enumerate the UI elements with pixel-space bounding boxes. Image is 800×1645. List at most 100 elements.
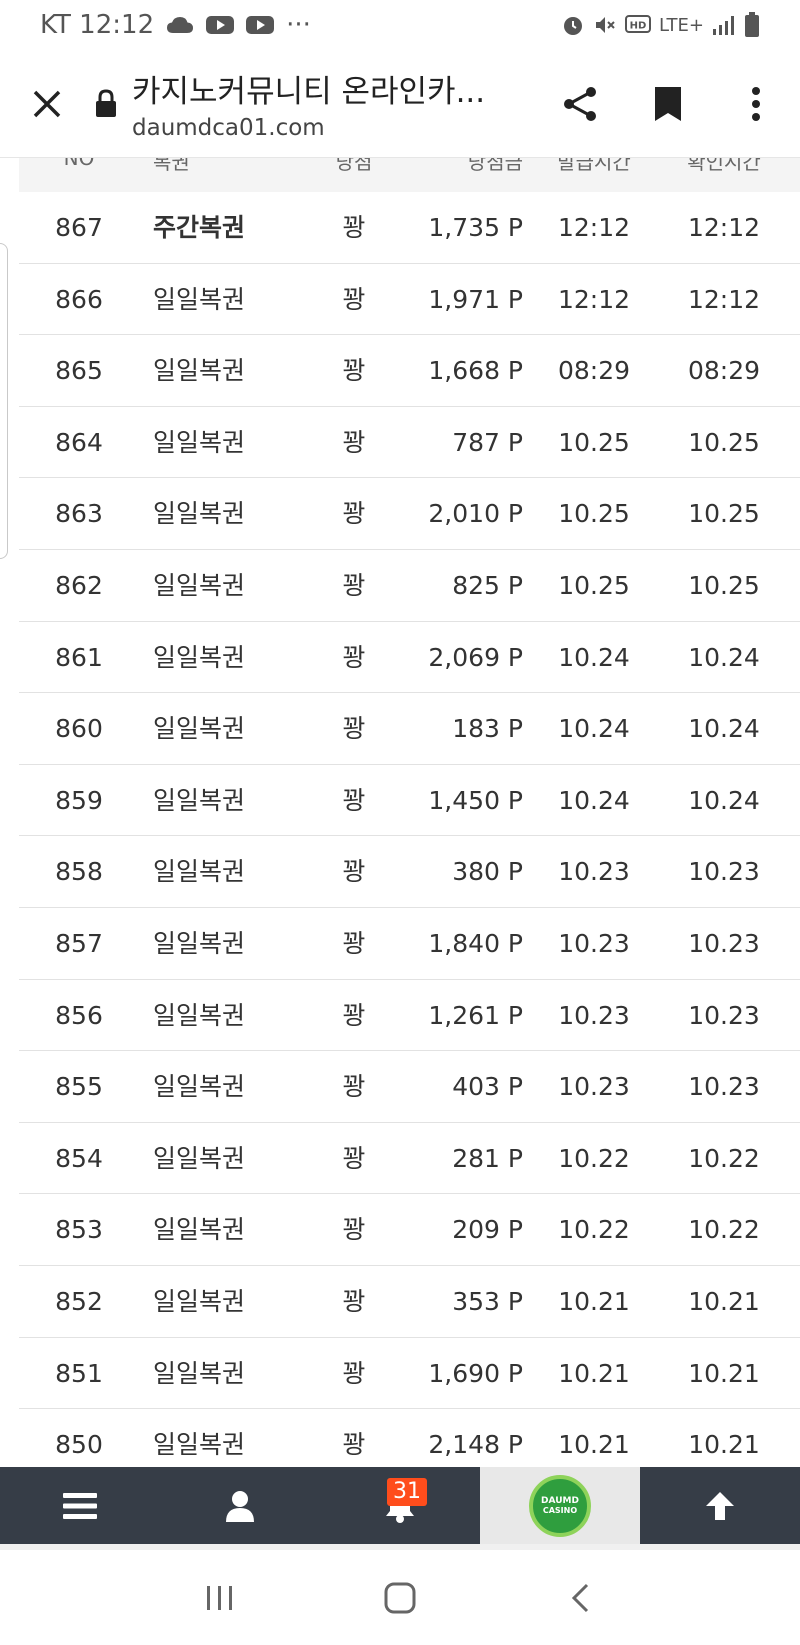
row-no: 858	[55, 857, 103, 887]
row-type: 일일복권	[153, 785, 246, 815]
recent-apps-icon	[207, 1585, 232, 1610]
back-icon	[571, 1583, 589, 1612]
row-type: 주간복권	[153, 213, 246, 242]
row-type: 일일복권	[153, 714, 246, 744]
table-row: 856 일일복권 꽝 1,261 P 10.23 10.23	[19, 980, 800, 1052]
row-no: 864	[55, 427, 103, 457]
row-no: 866	[55, 284, 103, 314]
close-button[interactable]	[0, 50, 94, 158]
row-issued-time: 08:29	[557, 356, 631, 386]
battery-icon	[744, 12, 760, 38]
row-amount: 353 P	[452, 1286, 523, 1316]
mute-icon	[593, 13, 617, 37]
bookmark-icon	[655, 86, 681, 121]
table-row: 861 일일복권 꽝 2,069 P 10.24 10.24	[19, 622, 800, 694]
row-type: 일일복권	[153, 1215, 246, 1245]
row-amount: 209 P	[452, 1215, 523, 1245]
row-type: 일일복권	[153, 1358, 246, 1388]
row-amount: 1,735 P	[428, 213, 523, 242]
row-issued-time: 12:12	[557, 213, 631, 242]
notifications-button[interactable]: 31	[320, 1467, 480, 1544]
row-type: 일일복권	[153, 284, 246, 314]
row-amount: 2,069 P	[428, 642, 523, 672]
back-button[interactable]	[550, 1568, 610, 1628]
row-issued-time: 10.22	[558, 1143, 630, 1173]
bookmark-button[interactable]	[624, 50, 712, 158]
row-no: 852	[55, 1286, 103, 1316]
svg-text:HD: HD	[630, 21, 647, 32]
recent-apps-button[interactable]	[190, 1568, 250, 1628]
row-type: 일일복권	[153, 356, 246, 386]
row-checked-time: 10.21	[688, 1358, 760, 1388]
row-no: 863	[55, 499, 103, 529]
more-options-button[interactable]	[712, 50, 800, 158]
table-row: 863 일일복권 꽝 2,010 P 10.25 10.25	[19, 478, 800, 550]
col-header-checked: 확인시간	[687, 158, 761, 174]
notification-count-badge: 31	[387, 1478, 427, 1506]
profile-button[interactable]	[160, 1467, 320, 1544]
row-issued-time: 12:12	[557, 284, 631, 314]
logo-line2: CASINO	[542, 1505, 578, 1515]
row-checked-time: 10.23	[688, 928, 760, 958]
row-amount: 1,668 P	[428, 356, 523, 386]
row-no: 859	[55, 785, 103, 815]
row-amount: 825 P	[452, 570, 523, 600]
row-issued-time: 10.24	[558, 714, 630, 744]
table-row: 866 일일복권 꽝 1,971 P 12:12 12:12	[19, 264, 800, 336]
row-issued-time: 10.25	[558, 499, 630, 529]
youtube-icon	[246, 15, 275, 35]
scroll-top-button[interactable]	[640, 1467, 800, 1544]
table-row: 855 일일복권 꽝 403 P 10.23 10.23	[19, 1051, 800, 1123]
row-amount: 1,971 P	[428, 284, 523, 314]
row-checked-time: 10.25	[688, 427, 760, 457]
row-amount: 403 P	[452, 1072, 523, 1102]
row-type: 일일복권	[153, 642, 246, 672]
table-header: NO 복권 당첨 당첨금 발급시간 확인시간	[19, 158, 800, 192]
daumd-casino-logo: DAUMD CASINO	[529, 1474, 591, 1537]
row-no: 862	[55, 570, 103, 600]
browser-toolbar: 카지노커뮤니티 온라인카... daumdca01.com	[0, 50, 800, 158]
col-header-type: 복권	[153, 158, 190, 174]
home-icon	[384, 1582, 416, 1613]
bottom-nav: 31 DAUMD CASINO	[0, 1467, 800, 1544]
row-no: 857	[55, 928, 103, 958]
col-header-no: NO	[63, 158, 95, 170]
table-row: 864 일일복권 꽝 787 P 10.25 10.25	[19, 407, 800, 479]
row-amount: 1,690 P	[428, 1358, 523, 1388]
home-button[interactable]	[370, 1568, 430, 1628]
row-type: 일일복권	[153, 928, 246, 958]
row-type: 일일복권	[153, 499, 246, 529]
col-header-amount: 당첨금	[467, 158, 523, 174]
row-issued-time: 10.23	[558, 1072, 630, 1102]
table-row: 857 일일복권 꽝 1,840 P 10.23 10.23	[19, 908, 800, 980]
row-issued-time: 10.22	[558, 1215, 630, 1245]
menu-button[interactable]	[0, 1467, 160, 1544]
share-button[interactable]	[536, 50, 624, 158]
table-row: 858 일일복권 꽝 380 P 10.23 10.23	[19, 836, 800, 908]
system-navigation-bar	[0, 1550, 800, 1645]
row-checked-time: 10.24	[688, 642, 760, 672]
row-checked-time: 10.24	[688, 714, 760, 744]
row-amount: 1,840 P	[428, 928, 523, 958]
hd-voice-icon: HD	[625, 14, 651, 36]
row-checked-time: 10.22	[688, 1143, 760, 1173]
row-amount: 1,261 P	[428, 1000, 523, 1030]
row-no: 867	[55, 213, 103, 242]
row-checked-time: 10.25	[688, 570, 760, 600]
row-no: 851	[55, 1358, 103, 1388]
col-header-issued: 발급시간	[557, 158, 631, 174]
lock-icon	[94, 88, 120, 119]
home-logo-button[interactable]: DAUMD CASINO	[480, 1467, 640, 1544]
row-issued-time: 10.23	[558, 928, 630, 958]
page-domain: daumdca01.com	[132, 115, 325, 141]
row-amount: 183 P	[452, 714, 523, 744]
row-checked-time: 10.23	[688, 1072, 760, 1102]
menu-icon	[63, 1492, 97, 1519]
table-row: 865 일일복권 꽝 1,668 P 08:29 08:29	[19, 335, 800, 407]
edge-panel-handle[interactable]	[0, 243, 8, 559]
row-type: 일일복권	[153, 1072, 246, 1102]
url-display[interactable]: 카지노커뮤니티 온라인카... daumdca01.com	[132, 66, 536, 141]
row-amount: 2,010 P	[428, 499, 523, 529]
table-row: 851 일일복권 꽝 1,690 P 10.21 10.21	[19, 1338, 800, 1410]
row-issued-time: 10.24	[558, 642, 630, 672]
